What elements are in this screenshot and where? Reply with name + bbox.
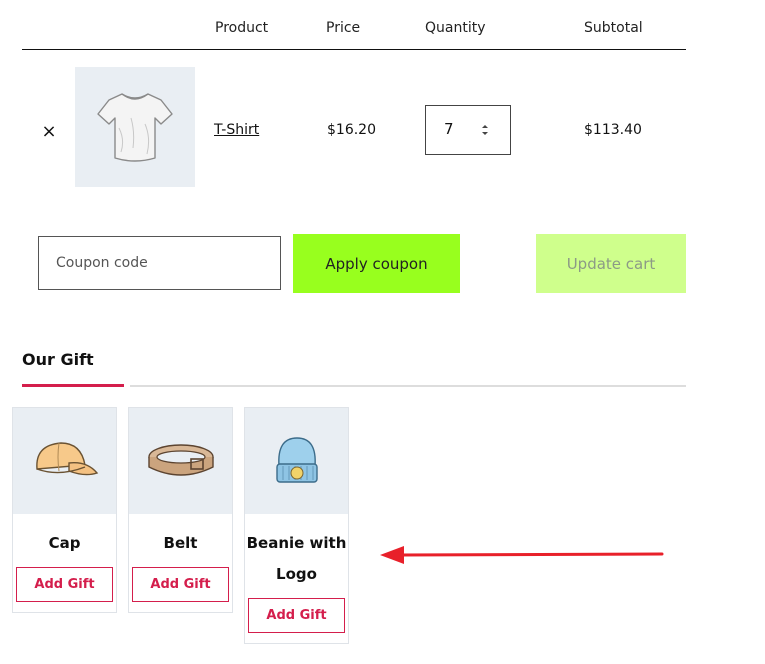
gift-section-divider: [130, 385, 686, 387]
quantity-value: 7: [444, 120, 454, 138]
gift-image[interactable]: [129, 408, 232, 514]
gift-name: Beanie with Logo: [246, 534, 347, 583]
quantity-stepper[interactable]: 7: [425, 105, 511, 155]
tshirt-icon: [97, 93, 173, 162]
cap-icon: [35, 442, 98, 476]
gift-name: Cap: [48, 534, 81, 552]
gift-card-beanie-with-logo: Beanie with Logo Add Gift: [244, 407, 349, 644]
remove-item-button[interactable]: ×: [40, 120, 58, 144]
product-price: $16.20: [327, 122, 376, 138]
belt-icon: [147, 444, 214, 476]
add-gift-button-beanie-with-logo[interactable]: Add Gift: [248, 598, 345, 633]
product-link-tshirt[interactable]: T-Shirt: [214, 122, 259, 138]
gift-card-belt: Belt Add Gift: [128, 407, 233, 613]
update-cart-button[interactable]: Update cart: [536, 234, 686, 293]
gift-image[interactable]: [245, 408, 348, 514]
beanie-icon: [275, 437, 318, 483]
column-header-product: Product: [215, 20, 269, 36]
product-thumbnail[interactable]: [75, 67, 195, 187]
gift-card-cap: Cap Add Gift: [12, 407, 117, 613]
table-header-divider: [22, 49, 686, 50]
column-header-subtotal: Subtotal: [584, 20, 643, 36]
gift-name: Belt: [163, 534, 198, 552]
add-gift-button-belt[interactable]: Add Gift: [132, 567, 229, 602]
column-header-price: Price: [326, 20, 361, 36]
add-gift-button-cap[interactable]: Add Gift: [16, 567, 113, 602]
gift-image[interactable]: [13, 408, 116, 514]
apply-coupon-button[interactable]: Apply coupon: [293, 234, 460, 293]
gift-section-title: Our Gift: [22, 350, 94, 369]
column-header-quantity: Quantity: [425, 20, 486, 36]
line-subtotal: $113.40: [584, 122, 642, 138]
coupon-code-input[interactable]: [38, 236, 281, 290]
annotation-arrow-icon: [380, 546, 664, 564]
gift-title-underline: [22, 384, 124, 387]
spinner-arrows-icon[interactable]: [478, 121, 492, 139]
